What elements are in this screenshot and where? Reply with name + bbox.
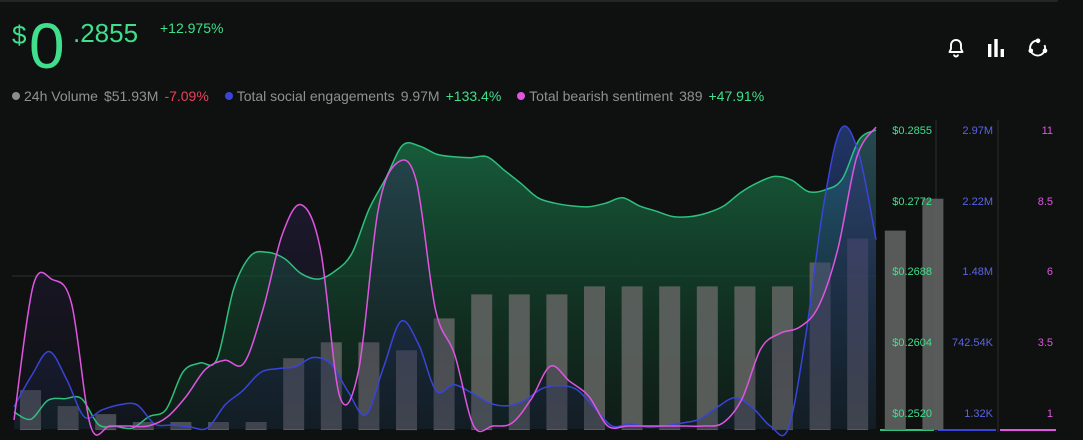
engagement-axis-tick: 1.32K [964, 408, 993, 420]
price-chart[interactable]: $0.2855 $0.2772 $0.2688 $0.2604 $0.2520 2.97M… [0, 0, 1083, 440]
engagement-axis-tick: 2.97M [962, 125, 993, 137]
engagement-axis-tick: 1.48M [962, 266, 993, 278]
price-axis-tick: $0.2520 [892, 408, 932, 420]
sentiment-axis-tick: 11 [1042, 125, 1053, 137]
price-axis-tick: $0.2604 [892, 337, 932, 349]
sentiment-axis-tick: 3.5 [1038, 337, 1053, 349]
volume-bar [621, 286, 643, 430]
volume-bar [884, 230, 906, 430]
price-axis-tick: $0.2772 [892, 196, 932, 208]
sentiment-axis-tick: 8.5 [1038, 196, 1053, 208]
engagement-axis-tick: 2.22M [962, 196, 993, 208]
price-axis-tick: $0.2855 [892, 125, 932, 137]
sentiment-axis-tick: 1 [1047, 408, 1053, 420]
price-axis-tick: $0.2688 [892, 266, 932, 278]
sentiment-axis-tick: 6 [1047, 266, 1053, 278]
volume-bar [922, 198, 944, 430]
volume-bar [659, 286, 681, 430]
engagement-axis-tick: 742.54K [952, 337, 994, 349]
